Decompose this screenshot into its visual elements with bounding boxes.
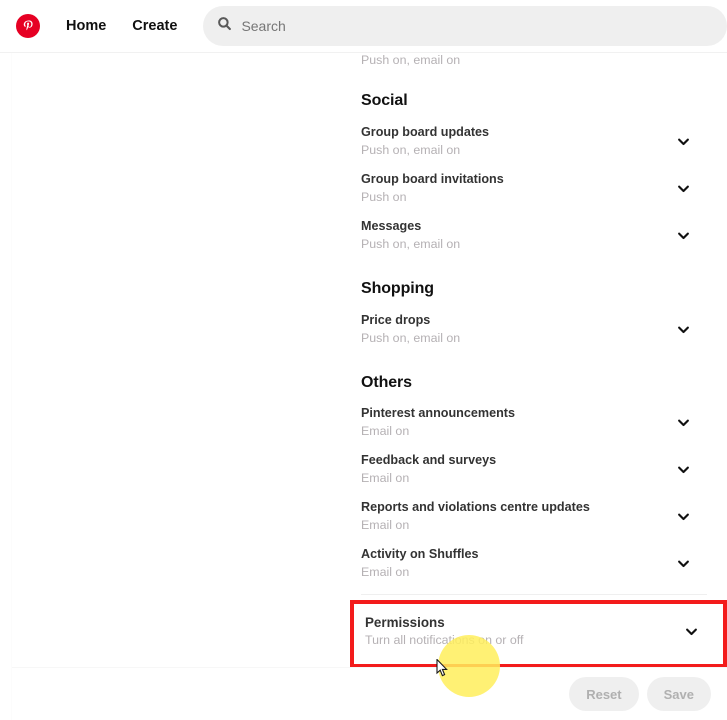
settings-footer-bar: Reset Save (12, 667, 727, 720)
list-item-subtitle: Push on, email on (361, 53, 461, 67)
list-item-permissions[interactable]: Permissions Turn all notifications on or… (365, 615, 711, 648)
list-item-subtitle: Email on (361, 518, 410, 532)
list-item-subtitle: Email on (361, 471, 410, 485)
list-item-title: Pinterest announcements (361, 406, 515, 420)
left-rail-divider (0, 53, 12, 720)
section-heading-shopping: Shopping (361, 280, 434, 297)
list-item-subtitle: Push on (361, 190, 407, 204)
list-item-subtitle: Turn all notifications on or off (365, 633, 524, 647)
chevron-down-icon[interactable] (673, 320, 693, 340)
chevron-down-icon[interactable] (673, 413, 693, 433)
list-item-subtitle: Push on, email on (361, 143, 461, 157)
list-item-title: Group board updates (361, 125, 490, 139)
list-item-subtitle: Push on, email on (361, 331, 461, 345)
list-item-feedback-and-surveys[interactable]: Feedback and surveys Email on (361, 453, 707, 486)
top-navigation-bar: Home Create (0, 0, 727, 53)
list-item-title: Price drops (361, 313, 431, 327)
search-bar[interactable] (203, 6, 727, 46)
list-item-title: Reports and violations centre updates (361, 500, 590, 514)
chevron-down-icon[interactable] (673, 460, 693, 480)
chevron-down-icon[interactable] (681, 622, 701, 642)
search-icon (217, 16, 232, 36)
section-heading-social: Social (361, 92, 408, 109)
notification-settings-column: Push on, email on Social Group board upd… (350, 53, 727, 720)
chevron-down-icon[interactable] (673, 226, 693, 246)
chevron-down-icon[interactable] (673, 179, 693, 199)
section-heading-others: Others (361, 374, 412, 391)
reset-button[interactable]: Reset (569, 677, 639, 711)
list-item-subtitle: Email on (361, 565, 410, 579)
list-item-title: Activity on Shuffles (361, 547, 479, 561)
list-item-subtitle: Email on (361, 424, 410, 438)
list-item-messages[interactable]: Messages Push on, email on (361, 219, 707, 252)
pinterest-logo-icon[interactable] (16, 14, 40, 38)
page-body: Push on, email on Social Group board upd… (0, 53, 727, 720)
list-item-title: Messages (361, 219, 422, 233)
search-input[interactable] (241, 14, 727, 38)
save-button[interactable]: Save (646, 677, 711, 711)
section-divider (361, 594, 707, 595)
permissions-highlight-box: Permissions Turn all notifications on or… (350, 600, 727, 668)
list-item-activity-on-shuffles[interactable]: Activity on Shuffles Email on (361, 547, 707, 580)
chevron-down-icon[interactable] (673, 554, 693, 574)
list-item-subtitle: Push on, email on (361, 237, 461, 251)
list-item-title: Feedback and surveys (361, 453, 497, 467)
chevron-down-icon[interactable] (673, 132, 693, 152)
list-item-title: Group board invitations (361, 172, 504, 186)
chevron-down-icon[interactable] (673, 507, 693, 527)
nav-link-home[interactable]: Home (54, 11, 118, 41)
list-item-group-board-updates[interactable]: Group board updates Push on, email on (361, 125, 707, 158)
list-item-group-board-invitations[interactable]: Group board invitations Push on (361, 172, 707, 205)
list-item-pinterest-announcements[interactable]: Pinterest announcements Email on (361, 406, 707, 439)
list-item-title: Permissions (365, 615, 445, 630)
list-item-reports-and-violations-centre-updates[interactable]: Reports and violations centre updates Em… (361, 500, 707, 533)
list-item-price-drops[interactable]: Price drops Push on, email on (361, 313, 707, 346)
footer-action-group: Reset Save (569, 677, 711, 711)
nav-link-create[interactable]: Create (120, 11, 189, 41)
